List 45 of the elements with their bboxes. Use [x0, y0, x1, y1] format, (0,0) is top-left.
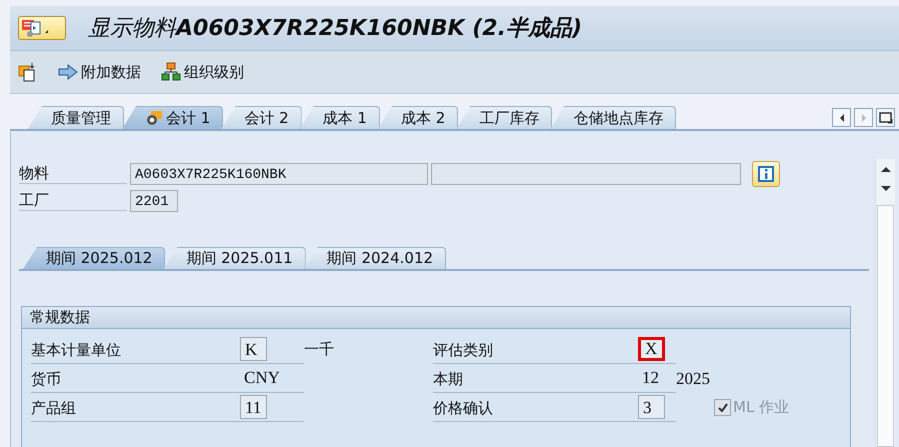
- hierarchy-icon: [161, 62, 181, 82]
- field-value: CNY: [244, 368, 280, 388]
- system-menu-button[interactable]: [18, 16, 66, 40]
- field-value: 12: [642, 368, 659, 388]
- input-field[interactable]: X: [638, 337, 665, 361]
- gear-icon: [145, 110, 163, 126]
- tab[interactable]: 成本 2: [378, 106, 458, 129]
- year-value: 2025: [676, 368, 710, 388]
- period-tab[interactable]: 期间 2025.012: [23, 247, 166, 269]
- field-label: 本期: [433, 364, 639, 392]
- scroll-up-icon: [880, 165, 892, 173]
- tab[interactable]: 质量管理: [28, 106, 124, 129]
- scroll-left-button[interactable]: [832, 108, 851, 127]
- group-title: 常规数据: [30, 308, 90, 326]
- input-field[interactable]: 11: [240, 395, 267, 419]
- tab[interactable]: 工厂库存: [456, 106, 552, 129]
- info-icon: [758, 166, 774, 182]
- check-icon: [716, 402, 728, 414]
- unit-text: 一千: [304, 340, 334, 359]
- tab-list-button[interactable]: [876, 108, 895, 127]
- tab[interactable]: 会计 2: [221, 106, 302, 129]
- field-label: 工厂: [19, 191, 127, 211]
- toolbar-button[interactable]: 组织级别: [161, 62, 244, 82]
- tab[interactable]: 仓储地点库存: [550, 106, 676, 129]
- field-label: 货币: [31, 364, 241, 392]
- window-title: 显示物料A0603X7R225K160NBK (2.半成品): [88, 15, 582, 43]
- period-tab[interactable]: 期间 2025.011: [163, 247, 306, 269]
- field-label: 物料: [19, 164, 127, 184]
- description-field[interactable]: [431, 163, 741, 185]
- scroll-down-icon: [880, 185, 892, 193]
- tab[interactable]: 会计 1: [122, 106, 224, 129]
- plant-field[interactable]: 2201: [130, 190, 178, 212]
- caret-left-icon: [838, 112, 846, 122]
- info-button[interactable]: [752, 161, 780, 187]
- period-tab[interactable]: 期间 2024.012: [304, 247, 446, 269]
- input-field[interactable]: K: [240, 337, 267, 361]
- toolbar-button[interactable]: 附加数据: [58, 62, 141, 82]
- vertical-scrollbar[interactable]: [875, 159, 895, 447]
- arrow-right-icon: [58, 64, 78, 80]
- caret-right-icon: [860, 112, 868, 122]
- tab[interactable]: 成本 1: [300, 106, 380, 129]
- material-field[interactable]: A0603X7R225K160NBK: [130, 163, 428, 185]
- input-field[interactable]: 3: [638, 395, 665, 419]
- window-list-icon: [878, 112, 892, 124]
- window-menu-icon: [21, 18, 51, 38]
